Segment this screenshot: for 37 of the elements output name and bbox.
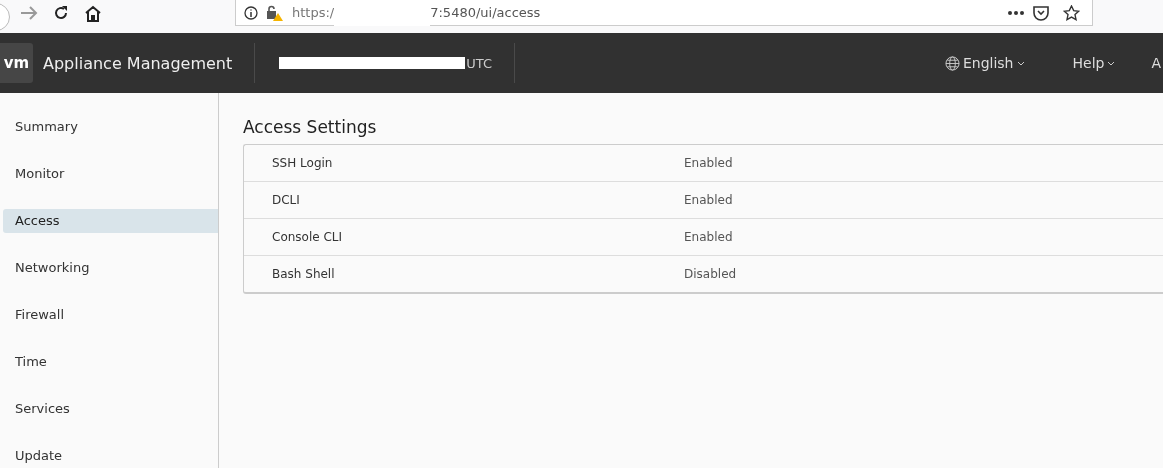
home-icon[interactable] bbox=[84, 5, 102, 22]
address-bar[interactable]: https:/ 7:5480/ui/access bbox=[235, 0, 1093, 26]
language-menu[interactable]: English bbox=[944, 55, 1025, 71]
setting-status: Enabled bbox=[684, 230, 733, 244]
more-icon[interactable] bbox=[1007, 9, 1025, 16]
sidebar-item[interactable]: Access bbox=[3, 209, 218, 233]
caret-icon bbox=[1107, 60, 1116, 66]
caret-icon bbox=[1016, 60, 1025, 66]
sidebar-item[interactable]: Networking bbox=[3, 256, 218, 280]
url-text: https:/ bbox=[292, 5, 335, 20]
sidebar-item[interactable]: Time bbox=[3, 350, 218, 374]
setting-name: Console CLI bbox=[271, 230, 344, 244]
setting-status: Enabled bbox=[684, 156, 733, 170]
page-title: Access Settings bbox=[243, 117, 378, 137]
app-title: Appliance Management bbox=[43, 53, 233, 73]
url-text: 7:5480/ui/access bbox=[430, 5, 541, 20]
setting-status: Disabled bbox=[684, 267, 737, 281]
help-menu[interactable]: Help bbox=[1072, 55, 1116, 71]
setting-status: Enabled bbox=[684, 193, 733, 207]
star-icon[interactable] bbox=[1063, 4, 1080, 21]
sidebar-item[interactable]: Firewall bbox=[3, 303, 218, 327]
vm-logo: vm bbox=[0, 43, 33, 83]
date-time-text: UTC bbox=[279, 55, 492, 71]
sidebar-item[interactable]: Services bbox=[3, 397, 218, 421]
pocket-icon[interactable] bbox=[1033, 4, 1049, 21]
sidebar-item[interactable]: Update bbox=[3, 444, 218, 468]
header-menu[interactable]: A bbox=[1151, 55, 1161, 71]
info-icon bbox=[244, 5, 258, 20]
globe-icon bbox=[944, 55, 960, 71]
forward-icon[interactable] bbox=[20, 5, 38, 21]
warning-lock-icon bbox=[266, 4, 284, 21]
sidebar-item[interactable]: Summary bbox=[3, 115, 218, 139]
setting-name: Bash Shell bbox=[271, 267, 336, 281]
setting-name: SSH Login bbox=[271, 156, 334, 170]
reload-icon[interactable] bbox=[53, 5, 69, 21]
setting-name: DCLI bbox=[271, 193, 301, 207]
sidebar-item[interactable]: Monitor bbox=[3, 162, 218, 186]
